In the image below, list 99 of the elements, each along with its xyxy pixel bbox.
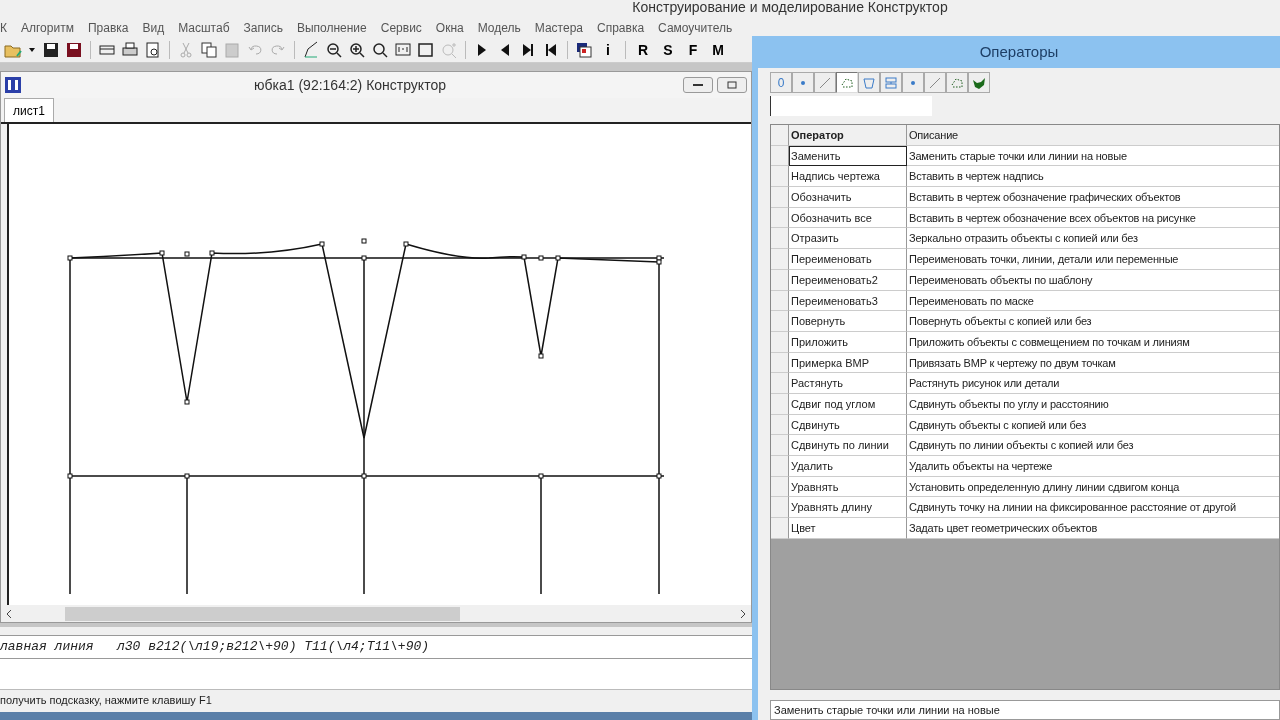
- operator-name[interactable]: Сдвиг под углом: [789, 393, 907, 415]
- save-icon[interactable]: [42, 41, 60, 59]
- menu-item[interactable]: Выполнение: [296, 18, 367, 37]
- stack-icon: [884, 75, 898, 90]
- operator-description: Задать цвет геометрических объектов: [907, 518, 1279, 539]
- menu-item[interactable]: Самоучитель: [658, 18, 733, 37]
- menu-item[interactable]: Сервис: [380, 18, 422, 37]
- toolbar-button[interactable]: F: [683, 39, 703, 61]
- row-header-cell[interactable]: [771, 373, 789, 394]
- operator-description: Вставить в чертеж обозначение графических объектов: [907, 187, 1279, 208]
- tool-button[interactable]: [792, 72, 814, 93]
- menu-item[interactable]: Правка: [87, 18, 129, 37]
- operator-name[interactable]: Заменить: [789, 145, 907, 167]
- column-header[interactable]: Описание: [907, 125, 1279, 146]
- print-preview-icon[interactable]: [144, 41, 162, 59]
- zoom-fit-icon[interactable]: [394, 41, 412, 59]
- scrollbar-thumb[interactable]: [65, 606, 460, 621]
- operator-name[interactable]: Приложить: [789, 331, 907, 353]
- operator-description: Сдвинуть объекты по углу и расстоянию: [907, 393, 1279, 415]
- row-header-cell[interactable]: [771, 476, 789, 498]
- zoom-out-icon[interactable]: [325, 41, 343, 59]
- operator-name[interactable]: Переименовать2: [789, 269, 907, 291]
- copy-icon[interactable]: [200, 41, 218, 59]
- operator-description: Приложить объекты с совмещением по точкам и линиям: [907, 331, 1279, 353]
- operator-description: Заменить старые точки или линии на новые: [770, 700, 1280, 720]
- pen-icon[interactable]: [302, 41, 320, 59]
- minimize-icon: [693, 83, 703, 87]
- row-header-cell[interactable]: [771, 311, 789, 332]
- operators-title: Операторы: [978, 42, 1060, 62]
- paste-icon[interactable]: [223, 41, 241, 59]
- operator-description: Растянуть рисунок или детали: [907, 373, 1279, 394]
- window-title: Конструирование и моделирование Конструктор: [632, 0, 948, 17]
- save-all-icon[interactable]: [65, 41, 83, 59]
- toolbar-button[interactable]: i: [598, 39, 618, 61]
- row-header-cell[interactable]: [771, 187, 789, 208]
- tool-button[interactable]: [968, 72, 990, 93]
- status-text: получить подсказку, нажмите клавишу F1: [0, 689, 752, 709]
- toolbar-button[interactable]: M: [708, 39, 728, 61]
- operator-description: Переименовать точки, линии, детали или переменные: [907, 249, 1279, 270]
- menu-item[interactable]: Окна: [435, 18, 464, 37]
- input-field[interactable]: [770, 96, 932, 116]
- menu-item[interactable]: Вид: [142, 18, 165, 37]
- operator-description: Повернуть объекты с копией или без: [907, 311, 1279, 332]
- tool-button[interactable]: [858, 72, 880, 93]
- menu-item[interactable]: К: [0, 18, 7, 37]
- menu-item[interactable]: Мастера: [534, 18, 583, 37]
- row-header-cell[interactable]: [771, 331, 789, 353]
- operator-name[interactable]: Удалить: [789, 456, 907, 477]
- row-header-cell[interactable]: [771, 456, 789, 477]
- row-header-cell[interactable]: [771, 207, 789, 229]
- row-header-cell[interactable]: [771, 393, 789, 415]
- zoom-in-icon[interactable]: [348, 41, 366, 59]
- toolbar-button[interactable]: R: [633, 39, 653, 61]
- cup-icon: [862, 75, 876, 90]
- tool-button[interactable]: [814, 72, 836, 93]
- row-header-cell[interactable]: [771, 166, 789, 188]
- scroll-right-icon[interactable]: [739, 608, 747, 619]
- row-header-cell[interactable]: [771, 518, 789, 539]
- line-icon: [818, 75, 832, 90]
- tool-button[interactable]: [880, 72, 902, 93]
- minimize-button[interactable]: [683, 77, 713, 93]
- row-header-cell[interactable]: [771, 352, 789, 374]
- toolbar-button[interactable]: S: [658, 39, 678, 61]
- app-icon: [5, 77, 21, 93]
- operator-name[interactable]: Обозначить: [789, 187, 907, 208]
- operator-name[interactable]: Повернуть: [789, 311, 907, 332]
- row-header-cell[interactable]: [771, 228, 789, 250]
- print-icon[interactable]: [121, 41, 139, 59]
- row-header-cell[interactable]: [771, 269, 789, 291]
- row-header-cell[interactable]: [771, 145, 789, 167]
- menu-item[interactable]: Справка: [597, 18, 645, 37]
- tool-button[interactable]: [924, 72, 946, 93]
- operator-name[interactable]: Цвет: [789, 518, 907, 539]
- row-header-cell[interactable]: [771, 435, 789, 456]
- row-header-cell[interactable]: [771, 290, 789, 312]
- zoom-icon[interactable]: [371, 41, 389, 59]
- restore-icon: [727, 81, 737, 89]
- windows-icon[interactable]: [575, 41, 593, 59]
- menu-item[interactable]: Алгоритм: [21, 18, 74, 37]
- line-icon: [928, 75, 942, 90]
- operator-description: Переименовать объекты по шаблону: [907, 269, 1279, 291]
- menu-item[interactable]: Модель: [477, 18, 521, 37]
- operator-name[interactable]: Переименовать: [789, 249, 907, 270]
- sheet-tab[interactable]: лист1: [4, 98, 54, 122]
- row-header-cell[interactable]: [771, 249, 789, 270]
- cut-icon[interactable]: [177, 41, 195, 59]
- row-header-cell[interactable]: [771, 497, 789, 519]
- scroll-left-icon[interactable]: [5, 608, 13, 619]
- menu-item[interactable]: Запись: [243, 18, 283, 37]
- row-header-cell[interactable]: [771, 414, 789, 436]
- operator-description: Удалить объекты на чертеже: [907, 456, 1279, 477]
- zoom-window-icon[interactable]: [417, 41, 435, 59]
- tool-button[interactable]: [836, 72, 858, 93]
- column-header[interactable]: Оператор: [789, 125, 907, 146]
- document-title: юбка1 (92:164:2) Конструктор: [253, 75, 447, 95]
- menu-item[interactable]: Масштаб: [178, 18, 230, 37]
- operator-name[interactable]: Растянуть: [789, 373, 907, 394]
- tool-button[interactable]: [902, 72, 924, 93]
- tool-button[interactable]: 0: [770, 72, 792, 93]
